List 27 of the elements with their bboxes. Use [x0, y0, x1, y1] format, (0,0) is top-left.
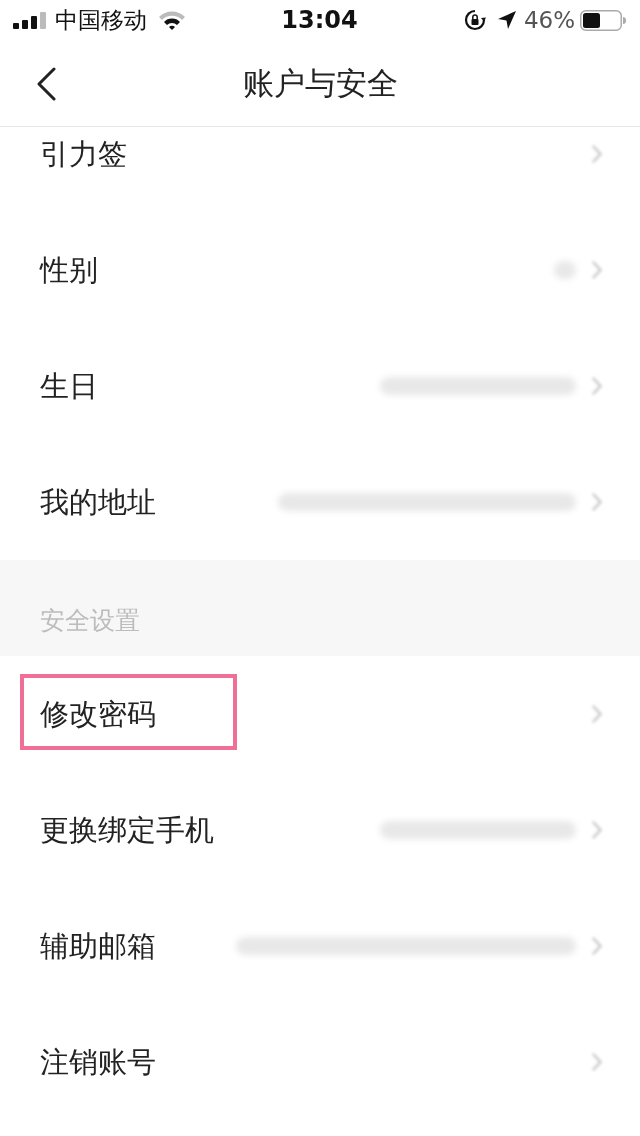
setting-label[interactable]: 我的地址 — [40, 484, 156, 520]
chevron-right-icon — [592, 705, 602, 723]
chevron-right-icon — [592, 1053, 602, 1071]
chevron-right-icon — [592, 937, 602, 955]
chevron-right-icon — [592, 493, 602, 511]
chevron-right-icon — [592, 261, 602, 279]
location-arrow-icon — [497, 11, 516, 29]
wifi-icon — [158, 10, 186, 30]
chevron-right-icon — [592, 145, 602, 163]
page-title: 账户与安全 — [242, 64, 398, 103]
rotation-lock-icon — [463, 9, 486, 31]
setting-label[interactable]: 更换绑定手机 — [40, 812, 214, 848]
chevron-left-icon — [36, 67, 56, 101]
chevron-right-icon — [592, 377, 602, 395]
setting-label[interactable]: 生日 — [40, 368, 98, 404]
carrier-name: 中国移动 — [55, 6, 147, 34]
setting-label[interactable]: 注销账号 — [40, 1044, 156, 1080]
setting-label[interactable]: 引力签 — [40, 136, 127, 172]
signal-icon — [13, 11, 48, 29]
status-time: 13:04 — [281, 6, 358, 34]
battery-percent: 46% — [523, 6, 575, 34]
battery-icon — [580, 9, 626, 31]
setting-label[interactable]: 性别 — [40, 252, 98, 288]
setting-label[interactable]: 修改密码 — [40, 696, 156, 732]
chevron-right-icon — [592, 821, 602, 839]
setting-label[interactable]: 辅助邮箱 — [40, 928, 156, 964]
section-title: 安全设置 — [40, 606, 140, 635]
